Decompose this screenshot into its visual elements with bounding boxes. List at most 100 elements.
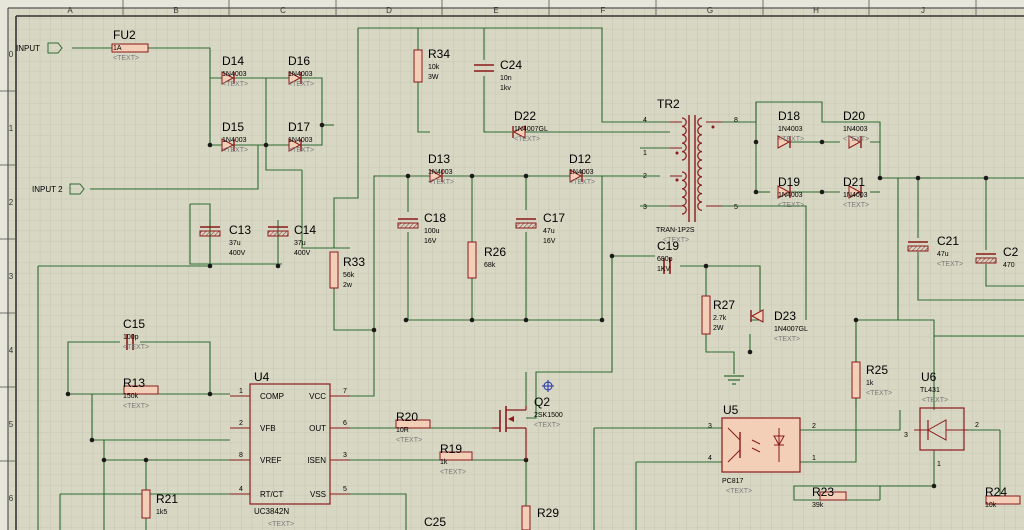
r20-text-placeholder: <TEXT> [396,437,422,444]
wire-junction [609,253,615,259]
d22-ref: D22 [514,109,536,123]
wire-junction [819,139,825,145]
wire-junction [983,175,989,181]
u4-left-pin-name: COMP [260,392,284,401]
r13-ref: R13 [123,376,145,390]
d20-text-placeholder: <TEXT> [843,136,869,143]
u6-pin-number: 1 [937,461,941,468]
r24-ref: R24 [985,485,1007,499]
r25-value: 1k [866,380,874,387]
r13-text-placeholder: <TEXT> [123,403,149,410]
c17-value: 47u [543,228,555,235]
u4-right-pin-number: 5 [343,486,347,493]
r26-body [467,241,477,279]
u4-left-pin-name: VFB [260,424,276,433]
column-label: B [173,6,178,15]
r24-value: 10k [985,502,997,509]
r29-ref: R29 [537,506,559,520]
d21-value: 1N4003 [843,192,868,199]
column-label: D [386,6,392,15]
u6-value: TL431 [920,387,940,394]
d17-ref: D17 [288,120,310,134]
u6-pin-number: 3 [904,432,908,439]
r33-value: 56k [343,272,355,279]
c15-value: 100p [123,334,139,341]
tr2-pin-number: 8 [734,117,738,124]
c17-value2: 16V [543,238,556,245]
wire-junction [319,122,325,128]
q2-ref: Q2 [534,395,550,409]
row-label: 6 [9,494,14,503]
u5-pin-number: 4 [708,455,712,462]
u5-value: PC817 [722,478,744,485]
d18-text-placeholder: <TEXT> [778,136,804,143]
wire-junction [753,139,759,145]
c2x-value: 470 [1003,262,1015,269]
schematic-sheet[interactable]: A B C D E F G H J 0 1 2 3 4 5 6 INPUT INPUT 2 FU2 1A <TEXT>… [0,0,1024,530]
tr2-pin-number: 3 [643,204,647,211]
r13-value: 150k [123,393,139,400]
c18-value: 100u [424,228,440,235]
wire-junction [65,391,71,397]
tr2-pin-number: 5 [734,204,738,211]
wire-junction [207,391,213,397]
d18-value: 1N4003 [778,126,803,133]
r25-body [851,361,861,399]
d22-text-placeholder: <TEXT> [514,136,540,143]
r21-value: 1k5 [156,509,167,516]
wire-junction [915,175,921,181]
fu2-value: 1A [113,45,122,52]
d15-value: 1N4003 [222,137,247,144]
left-ruler [0,0,8,530]
column-label: H [813,6,819,15]
d17-text-placeholder: <TEXT> [288,147,314,154]
d19-value: 1N4003 [778,192,803,199]
u4-left-pin-number: 2 [239,420,243,427]
r29-body [521,505,531,530]
d12-value: 1N4003 [569,169,594,176]
r33-ref: R33 [343,255,365,269]
d13-text-placeholder: <TEXT> [428,179,454,186]
c14-ref: C14 [294,223,316,237]
r33-body [329,251,339,289]
r27-body [701,295,711,335]
r34-ref: R34 [428,47,450,61]
r34-body [413,49,423,83]
wire-junction [523,173,529,179]
d22-value: 1N4007GL [514,126,548,133]
c19-ref: C19 [657,239,679,253]
u4-left-pin-name: RT/CT [260,490,284,499]
d20-ref: D20 [843,109,865,123]
wire-junction [275,263,281,269]
r26-ref: R26 [484,245,506,259]
c13-value: 37u [229,240,241,247]
r23-value: 39k [812,502,824,509]
d16-value: 1N4003 [288,71,313,78]
c13-ref: C13 [229,223,251,237]
wire-junction [101,457,107,463]
u4-right-pin-number: 6 [343,420,347,427]
d23-ref: D23 [774,309,796,323]
r19-ref: R19 [440,442,462,456]
u4-left-pin-number: 4 [239,486,243,493]
d17-value: 1N4003 [288,137,313,144]
u4-ref: U4 [254,370,270,384]
u5-body [721,417,801,473]
u5-pin-number: 2 [812,423,816,430]
r25-ref: R25 [866,363,888,377]
d13-ref: D13 [428,152,450,166]
u4-left-pin-number: 1 [239,388,243,395]
u4-left-pin-number: 8 [239,452,243,459]
u6-pin-number: 2 [975,422,979,429]
r21-body [141,489,151,519]
c21-text-placeholder: <TEXT> [937,261,963,268]
row-label: 2 [9,198,14,207]
input-port-label: INPUT [16,44,40,53]
c17-ref: C17 [543,211,565,225]
wire-junction [263,142,269,148]
d16-text-placeholder: <TEXT> [288,81,314,88]
d23-text-placeholder: <TEXT> [774,336,800,343]
wire-junction [403,317,409,323]
column-label: J [921,6,925,15]
c15-ref: C15 [123,317,145,331]
